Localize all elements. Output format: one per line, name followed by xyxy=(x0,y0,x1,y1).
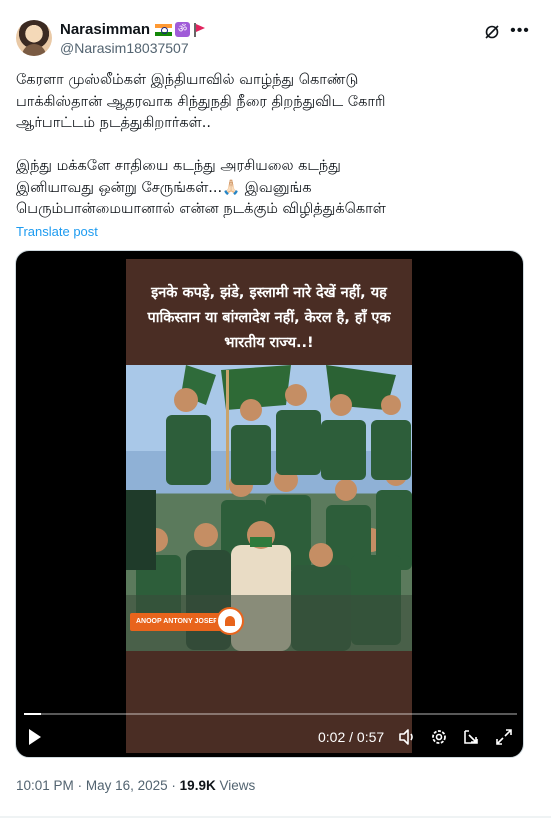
india-flag-icon xyxy=(155,23,173,36)
grok-icon[interactable] xyxy=(484,24,500,40)
author-name-row[interactable]: Narasimman ॐ xyxy=(60,21,205,38)
settings-icon[interactable] xyxy=(429,727,449,747)
tweet-text: கேரளா முஸ்லீம்கள் இந்தியாவில் வாழ்ந்து க… xyxy=(16,72,386,217)
volume-icon[interactable] xyxy=(397,727,417,747)
video-controls: 0:02 / 0:57 xyxy=(16,705,523,757)
tweet-header: Narasimman ॐ @Narasim18037507 ••• xyxy=(16,18,536,60)
video-scene-image xyxy=(126,365,412,651)
progress-fill xyxy=(24,713,42,715)
translate-post-link[interactable]: Translate post xyxy=(16,224,98,239)
author-name[interactable]: Narasimman xyxy=(60,21,150,38)
progress-bar[interactable] xyxy=(24,713,517,715)
avatar[interactable] xyxy=(16,20,52,56)
tweet-meta: 10:01 PM · May 16, 2025 · 19.9K Views xyxy=(16,778,255,793)
post-date[interactable]: May 16, 2025 xyxy=(86,778,168,793)
party-logo-icon xyxy=(216,607,244,635)
video-player[interactable]: इनके कपड़े, झंडे, इस्लामी नारे देखें नही… xyxy=(15,250,524,758)
om-icon: ॐ xyxy=(175,22,191,37)
video-caption: इनके कपड़े, झंडे, इस्लामी नारे देखें नही… xyxy=(147,285,391,351)
views-count: 19.9K xyxy=(179,778,216,793)
time-display: 0:02 / 0:57 xyxy=(318,729,385,745)
name-tag: ANOOP ANTONY JOSEPH xyxy=(130,613,229,631)
popout-icon[interactable] xyxy=(461,727,481,747)
play-icon[interactable] xyxy=(29,729,41,745)
separator: · xyxy=(171,778,176,793)
video-frame[interactable]: इनके कपड़े, झंडे, इस्लामी नारे देखें नही… xyxy=(126,259,412,753)
red-flag-icon xyxy=(193,22,205,37)
more-icon[interactable]: ••• xyxy=(509,22,531,42)
separator: · xyxy=(77,778,83,793)
post-time[interactable]: 10:01 PM xyxy=(16,778,74,793)
fullscreen-icon[interactable] xyxy=(494,727,514,747)
author-handle[interactable]: @Narasim18037507 xyxy=(60,40,189,56)
views-label: Views xyxy=(219,778,256,793)
